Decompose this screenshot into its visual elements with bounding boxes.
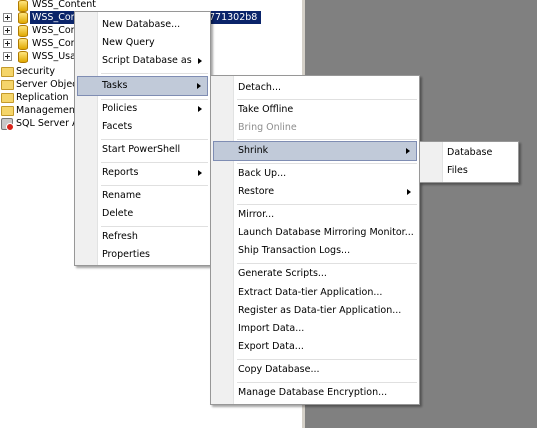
menu-item-tasks[interactable]: Tasks	[77, 76, 208, 96]
menu-item-label: Mirror...	[238, 209, 275, 220]
expand-icon[interactable]	[3, 13, 12, 22]
menu-separator	[237, 139, 417, 140]
menu-item-shrink[interactable]: Shrink	[213, 141, 417, 161]
menu-item-shrink-files[interactable]: Files	[422, 161, 516, 181]
tree-node-label: Security	[16, 66, 56, 77]
menu-item-label: Restore	[238, 186, 275, 197]
menu-item-label: Policies	[102, 103, 138, 114]
menu-item-label: New Database...	[102, 19, 181, 30]
expand-icon[interactable]	[3, 26, 12, 35]
database-icon	[18, 38, 28, 50]
folder-icon	[1, 80, 14, 90]
menu-item-label: Properties	[102, 249, 151, 260]
menu-item-start-powershell[interactable]: Start PowerShell	[77, 140, 208, 160]
tree-node-wss-content-1[interactable]: WSS_Content	[0, 0, 300, 12]
menu-item-rename[interactable]: Rename	[77, 186, 208, 206]
menu-item-register-data-tier-application[interactable]: Register as Data-tier Application...	[213, 301, 417, 321]
submenu-arrow-icon	[198, 106, 202, 112]
tree-node-label-suffix: 771302b8	[207, 11, 262, 24]
menu-item-label: Delete	[102, 208, 134, 219]
menu-item-label: Take Offline	[238, 104, 294, 115]
database-icon	[18, 51, 28, 63]
tasks-submenu: Detach... Take Offline Bring Online Shri…	[210, 75, 420, 405]
submenu-arrow-icon	[197, 83, 201, 89]
submenu-arrow-icon	[198, 58, 202, 64]
submenu-arrow-icon	[407, 189, 411, 195]
menu-item-label: Script Database as	[102, 55, 192, 66]
folder-icon	[1, 106, 14, 116]
menu-item-generate-scripts[interactable]: Generate Scripts...	[213, 264, 417, 284]
menu-item-restore[interactable]: Restore	[213, 182, 417, 202]
menu-item-delete[interactable]: Delete	[77, 204, 208, 224]
tree-node-label: Management	[16, 105, 79, 116]
menu-separator	[101, 73, 208, 74]
menu-item-properties[interactable]: Properties	[77, 245, 208, 265]
menu-item-label: Facets	[102, 121, 133, 132]
sql-agent-stopped-icon	[1, 118, 14, 131]
menu-item-import-data[interactable]: Import Data...	[213, 319, 417, 339]
menu-item-manage-database-encryption[interactable]: Manage Database Encryption...	[213, 383, 417, 403]
folder-icon	[1, 67, 14, 77]
menu-item-label: Refresh	[102, 231, 138, 242]
menu-item-label: Import Data...	[238, 323, 305, 334]
menu-item-label: Database	[447, 147, 493, 158]
menu-item-label: Bring Online	[238, 122, 297, 133]
submenu-arrow-icon	[406, 148, 410, 154]
menu-item-export-data[interactable]: Export Data...	[213, 337, 417, 357]
tree-node-label: Replication	[16, 92, 69, 103]
menu-item-label: Shrink	[238, 145, 269, 156]
tree-node-label: WSS_Content	[32, 0, 96, 10]
menu-item-shrink-database[interactable]: Database	[422, 143, 516, 163]
menu-item-label: Back Up...	[238, 168, 287, 179]
menu-item-label: Register as Data-tier Application...	[238, 305, 402, 316]
menu-item-refresh[interactable]: Refresh	[77, 227, 208, 247]
menu-item-label: Files	[447, 165, 468, 176]
menu-item-script-database-as[interactable]: Script Database as	[77, 51, 208, 71]
menu-item-label: Manage Database Encryption...	[238, 387, 388, 398]
menu-item-new-database[interactable]: New Database...	[77, 15, 208, 35]
menu-item-detach[interactable]: Detach...	[213, 78, 417, 98]
menu-item-label: Tasks	[102, 80, 128, 91]
shrink-submenu: Database Files	[419, 141, 519, 183]
menu-item-bring-online: Bring Online	[213, 118, 417, 138]
menu-item-mirror[interactable]: Mirror...	[213, 205, 417, 225]
menu-item-back-up[interactable]: Back Up...	[213, 164, 417, 184]
menu-item-label: Detach...	[238, 82, 282, 93]
menu-item-label: New Query	[102, 37, 155, 48]
menu-item-new-query[interactable]: New Query	[77, 33, 208, 53]
menu-item-copy-database[interactable]: Copy Database...	[213, 360, 417, 380]
menu-item-label: Start PowerShell	[102, 144, 181, 155]
menu-item-label: Launch Database Mirroring Monitor...	[238, 227, 414, 238]
menu-item-extract-data-tier-application[interactable]: Extract Data-tier Application...	[213, 283, 417, 303]
database-icon	[18, 25, 28, 37]
menu-item-label: Ship Transaction Logs...	[238, 245, 351, 256]
folder-icon	[1, 93, 14, 103]
menu-item-label: Export Data...	[238, 341, 304, 352]
menu-item-reports[interactable]: Reports	[77, 163, 208, 183]
menu-item-take-offline[interactable]: Take Offline	[213, 100, 417, 120]
menu-item-facets[interactable]: Facets	[77, 117, 208, 137]
menu-item-label: Reports	[102, 167, 139, 178]
menu-item-label: Extract Data-tier Application...	[238, 287, 383, 298]
menu-item-label: Generate Scripts...	[238, 268, 327, 279]
database-icon	[18, 12, 28, 24]
menu-item-ship-transaction-logs[interactable]: Ship Transaction Logs...	[213, 241, 417, 261]
menu-item-label: Copy Database...	[238, 364, 320, 375]
expand-icon[interactable]	[3, 39, 12, 48]
submenu-arrow-icon	[198, 170, 202, 176]
expand-icon[interactable]	[3, 52, 12, 61]
database-context-menu: New Database... New Query Script Databas…	[74, 11, 211, 266]
menu-item-label: Rename	[102, 190, 141, 201]
menu-item-launch-mirroring-monitor[interactable]: Launch Database Mirroring Monitor...	[213, 223, 417, 243]
menu-item-policies[interactable]: Policies	[77, 99, 208, 119]
